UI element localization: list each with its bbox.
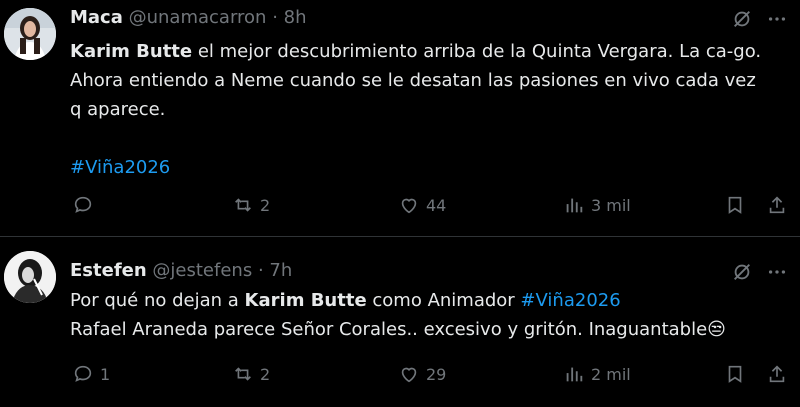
mention-bold: Karim Butte [70, 41, 193, 62]
like-count: 44 [426, 195, 447, 215]
user-handle[interactable]: @unamacarron [129, 7, 267, 28]
tweet-1-text: Karim Butte el mejor descubrimiento arri… [70, 37, 761, 182]
mention-bold: Karim Butte [244, 290, 367, 311]
reply-button[interactable]: 1 [72, 363, 110, 385]
tweet-2-line-2: Rafael Araneda parece Señor Corales.. ex… [70, 315, 726, 344]
tweet-1-line-1: Karim Butte el mejor descubrimiento arri… [70, 37, 761, 66]
views-icon [566, 367, 583, 382]
like-icon [401, 198, 417, 214]
display-name[interactable]: Maca [70, 7, 123, 28]
separator: · [272, 7, 278, 28]
share-button[interactable] [766, 194, 788, 216]
like-count: 29 [426, 364, 447, 384]
grok-icon[interactable] [731, 8, 753, 34]
display-name[interactable]: Estefen [70, 260, 147, 281]
views-button[interactable]: 2 mil [563, 363, 631, 385]
bookmark-button[interactable] [724, 194, 746, 216]
views-button[interactable]: 3 mil [563, 194, 631, 216]
reply-icon [74, 196, 92, 213]
retweet-icon [235, 367, 251, 381]
bookmark-icon [728, 365, 742, 383]
text-fragment: Por qué no dejan a [70, 290, 245, 311]
tweet-2-line-1: Por qué no dejan a Karim Butte como Anim… [70, 286, 726, 315]
timestamp[interactable]: 8h [284, 7, 307, 28]
text-fragment: el mejor descubrimiento arriba de la Qui… [192, 41, 762, 62]
hashtag-link[interactable]: #Viña2026 [70, 157, 170, 178]
share-icon [769, 365, 785, 383]
like-button[interactable]: 44 [398, 194, 446, 216]
view-count: 2 mil [591, 364, 631, 384]
reply-count: 1 [100, 364, 111, 384]
text-fragment: Rafael Araneda parece Señor Corales.. ex… [70, 319, 708, 340]
avatar[interactable] [4, 251, 56, 303]
views-icon [566, 198, 583, 213]
separator: · [257, 260, 264, 281]
tweet-2-text: Por qué no dejan a Karim Butte como Anim… [70, 286, 726, 344]
retweet-button[interactable]: 2 [232, 194, 270, 216]
reply-icon [74, 365, 92, 382]
retweet-count: 2 [260, 195, 271, 215]
retweet-count: 2 [260, 364, 271, 384]
tweet-1-line-2: Ahora entiendo a Neme cuando se le desat… [70, 70, 756, 91]
unamused-emoji: 😒 [707, 319, 726, 340]
timestamp[interactable]: 7h [269, 260, 292, 281]
avatar-image [4, 251, 56, 303]
bookmark-button[interactable] [724, 363, 746, 385]
share-button[interactable] [766, 363, 788, 385]
avatar[interactable] [4, 8, 56, 60]
tweet-1-line-3: q aparece. [70, 99, 166, 120]
user-handle[interactable]: @jestefens [152, 260, 252, 281]
share-icon [769, 196, 785, 214]
retweet-icon [235, 198, 251, 212]
like-icon [401, 367, 417, 383]
grok-icon[interactable] [731, 261, 753, 287]
retweet-button[interactable]: 2 [232, 363, 270, 385]
more-icon[interactable] [766, 8, 788, 34]
text-fragment: como Animador [366, 290, 521, 311]
hashtag-link[interactable]: #Viña2026 [520, 290, 620, 311]
tweet-1-header: Maca @unamacarron · 8h [70, 7, 307, 28]
more-icon[interactable] [766, 261, 788, 287]
avatar-image [4, 8, 56, 60]
bookmark-icon [728, 196, 742, 214]
tweet-2-header: Estefen @jestefens · 7h [70, 260, 292, 281]
reply-button[interactable] [72, 194, 100, 216]
like-button[interactable]: 29 [398, 363, 446, 385]
view-count: 3 mil [591, 195, 631, 215]
